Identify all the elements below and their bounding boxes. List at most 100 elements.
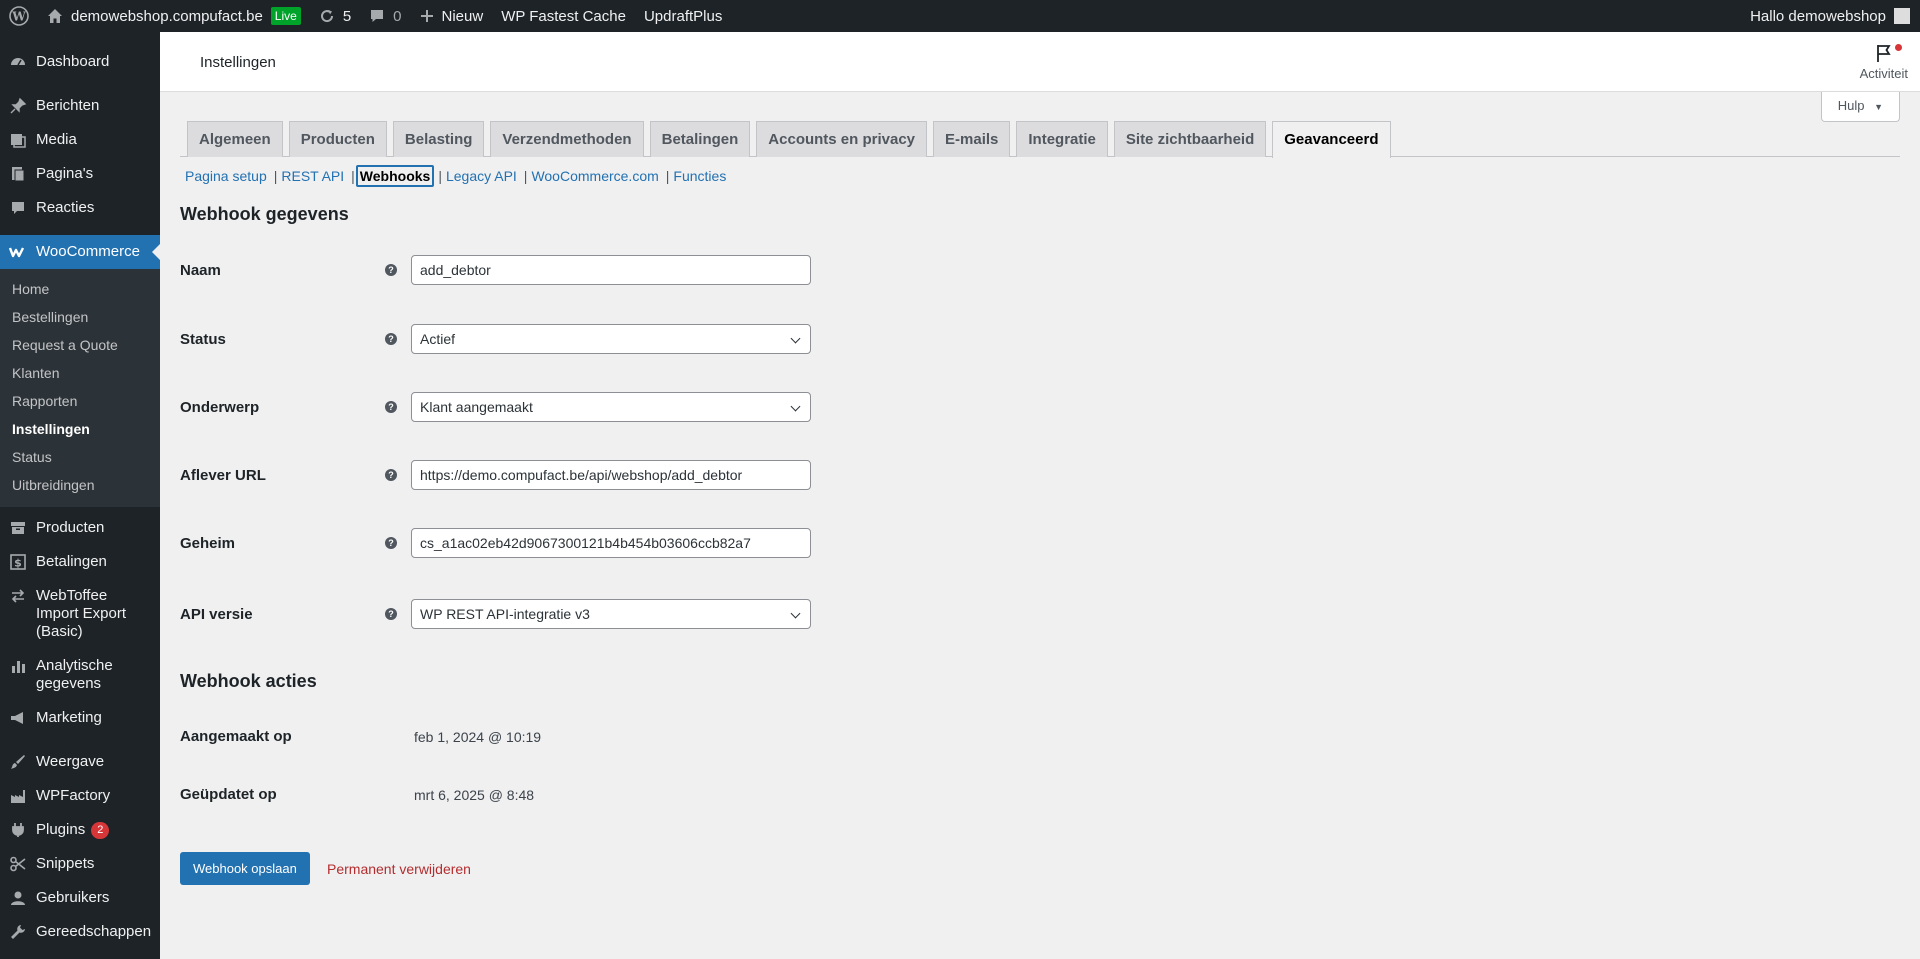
menu-appearance[interactable]: Weergave xyxy=(0,745,160,779)
api-version-select[interactable]: WP REST API-integratie v3 xyxy=(411,599,811,629)
live-badge: Live xyxy=(270,7,301,25)
menu-products[interactable]: Producten xyxy=(0,511,160,545)
fastest-cache-link[interactable]: WP Fastest Cache xyxy=(492,0,635,32)
site-name-link[interactable]: demowebshop.compufact.be Live xyxy=(38,0,310,32)
help-tip-icon[interactable]: ? xyxy=(385,333,397,345)
new-content-link[interactable]: Nieuw xyxy=(411,0,493,32)
menu-pages[interactable]: Pagina's xyxy=(0,157,160,191)
help-tip-icon[interactable]: ? xyxy=(385,264,397,276)
menu-plugins-label: Plugins xyxy=(36,821,86,838)
greeting[interactable]: Hallo demowebshop xyxy=(1750,8,1886,25)
wrench-icon xyxy=(8,915,28,949)
submenu-extensions[interactable]: Uitbreidingen xyxy=(0,471,160,499)
updates-link[interactable]: 5 xyxy=(310,0,360,32)
secret-input[interactable]: cs_a1ac02eb42d9067300121b4b454b03606ccb8… xyxy=(411,528,811,558)
delivery-url-row: Aflever URL ? https://demo.compufact.be/… xyxy=(180,460,820,490)
updates-count: 5 xyxy=(342,7,352,25)
plugins-update-badge: 2 xyxy=(91,821,110,839)
menu-dashboard-label: Dashboard xyxy=(36,53,110,70)
menu-users-label: Gebruikers xyxy=(36,889,110,906)
help-tip-icon[interactable]: ? xyxy=(385,469,397,481)
menu-pages-label: Pagina's xyxy=(36,165,94,182)
submenu-settings[interactable]: Instellingen xyxy=(0,415,160,443)
settings-tabs: Algemeen Producten Belasting Verzendmeth… xyxy=(180,121,1900,158)
subnav-page-setup[interactable]: Pagina setup xyxy=(182,166,270,186)
pin-icon xyxy=(8,89,28,123)
page-header: Instellingen Activiteit xyxy=(160,32,1920,92)
menu-webtoffee-label: WebToffee Import Export (Basic) xyxy=(36,587,127,640)
activity-notification-dot xyxy=(1895,44,1902,51)
name-input[interactable]: add_debtor xyxy=(411,255,811,285)
tab-tax[interactable]: Belasting xyxy=(392,121,485,157)
submenu-orders[interactable]: Bestellingen xyxy=(0,303,160,331)
menu-analytics-label: Analytische gegevens xyxy=(36,657,113,692)
save-webhook-button[interactable]: Webhook opslaan xyxy=(180,852,310,885)
submenu-home[interactable]: Home xyxy=(0,275,160,303)
menu-analytics[interactable]: Analytische gegevens xyxy=(0,649,160,701)
avatar[interactable] xyxy=(1894,8,1910,24)
menu-dashboard[interactable]: Dashboard xyxy=(0,45,160,79)
menu-media[interactable]: Media xyxy=(0,123,160,157)
menu-payments[interactable]: $ Betalingen xyxy=(0,545,160,579)
tab-products[interactable]: Producten xyxy=(288,121,387,157)
subnav-legacy-api[interactable]: Legacy API xyxy=(443,166,520,186)
delete-permanently-link[interactable]: Permanent verwijderen xyxy=(327,861,471,877)
tab-shipping[interactable]: Verzendmethoden xyxy=(490,121,644,157)
api-version-label: API versie xyxy=(180,605,253,623)
tab-site-visibility[interactable]: Site zichtbaarheid xyxy=(1113,121,1267,157)
secret-row: Geheim ? cs_a1ac02eb42d9067300121b4b454b… xyxy=(180,528,820,558)
submenu-reports[interactable]: Rapporten xyxy=(0,387,160,415)
tab-general[interactable]: Algemeen xyxy=(187,121,283,157)
refresh-icon xyxy=(319,8,335,24)
tab-integration[interactable]: Integratie xyxy=(1016,121,1108,157)
updraftplus-link[interactable]: UpdraftPlus xyxy=(635,0,731,32)
subnav-rest-api[interactable]: REST API xyxy=(278,166,347,186)
help-tip-icon[interactable]: ? xyxy=(385,537,397,549)
menu-woocommerce[interactable]: WooCommerce xyxy=(0,235,160,269)
subnav-features[interactable]: Functies xyxy=(670,166,729,186)
svg-text:W: W xyxy=(11,10,26,24)
submenu-status[interactable]: Status xyxy=(0,443,160,471)
menu-marketing[interactable]: Marketing xyxy=(0,701,160,735)
menu-products-label: Producten xyxy=(36,519,105,536)
activity-button[interactable]: Activiteit xyxy=(1860,42,1908,81)
site-name: demowebshop.compufact.be xyxy=(71,7,263,25)
help-tip-icon[interactable]: ? xyxy=(385,401,397,413)
tab-payments[interactable]: Betalingen xyxy=(649,121,751,157)
admin-bar: W demowebshop.compufact.be Live 5 0 Nieu… xyxy=(0,0,1920,32)
menu-plugins[interactable]: Plugins 2 xyxy=(0,813,160,847)
menu-webtoffee[interactable]: WebToffee Import Export (Basic) xyxy=(0,579,160,649)
topic-select[interactable]: Klant aangemaakt xyxy=(411,392,811,422)
updated-row: Geüpdatet op mrt 6, 2025 @ 8:48 xyxy=(180,786,534,803)
plus-icon xyxy=(420,9,434,23)
status-select[interactable]: Actief xyxy=(411,324,811,354)
menu-tools[interactable]: Gereedschappen xyxy=(0,915,160,949)
wordpress-logo-icon[interactable]: W xyxy=(0,0,38,32)
user-icon xyxy=(8,881,28,915)
menu-wpfactory[interactable]: WPFactory xyxy=(0,779,160,813)
subnav-webhooks[interactable]: Webhooks xyxy=(355,165,435,187)
arrows-icon xyxy=(8,579,28,613)
menu-posts[interactable]: Berichten xyxy=(0,89,160,123)
secret-label: Geheim xyxy=(180,534,236,552)
submenu-customers[interactable]: Klanten xyxy=(0,359,160,387)
topic-label: Onderwerp xyxy=(180,398,260,416)
help-tip-icon[interactable]: ? xyxy=(385,608,397,620)
menu-appearance-label: Weergave xyxy=(36,753,105,770)
svg-text:$: $ xyxy=(14,557,22,570)
tab-advanced[interactable]: Geavanceerd xyxy=(1272,121,1391,158)
menu-users[interactable]: Gebruikers xyxy=(0,881,160,915)
submenu-request-quote[interactable]: Request a Quote xyxy=(0,331,160,359)
menu-settings[interactable]: Instellingen xyxy=(0,949,160,959)
advanced-subnav: Pagina setup | REST API | Webhooks | Leg… xyxy=(182,165,729,187)
subnav-woocommerce-com[interactable]: WooCommerce.com xyxy=(528,166,661,186)
comments-link[interactable]: 0 xyxy=(360,0,410,32)
delivery-url-input[interactable]: https://demo.compufact.be/api/webshop/ad… xyxy=(411,460,811,490)
menu-snippets[interactable]: Snippets xyxy=(0,847,160,881)
tab-emails[interactable]: E-mails xyxy=(933,121,1011,157)
created-label: Aangemaakt op xyxy=(180,728,292,745)
menu-comments[interactable]: Reacties xyxy=(0,191,160,225)
help-button[interactable]: Hulp ▼ xyxy=(1820,92,1900,122)
tab-accounts-privacy[interactable]: Accounts en privacy xyxy=(756,121,928,157)
media-icon xyxy=(8,123,28,157)
